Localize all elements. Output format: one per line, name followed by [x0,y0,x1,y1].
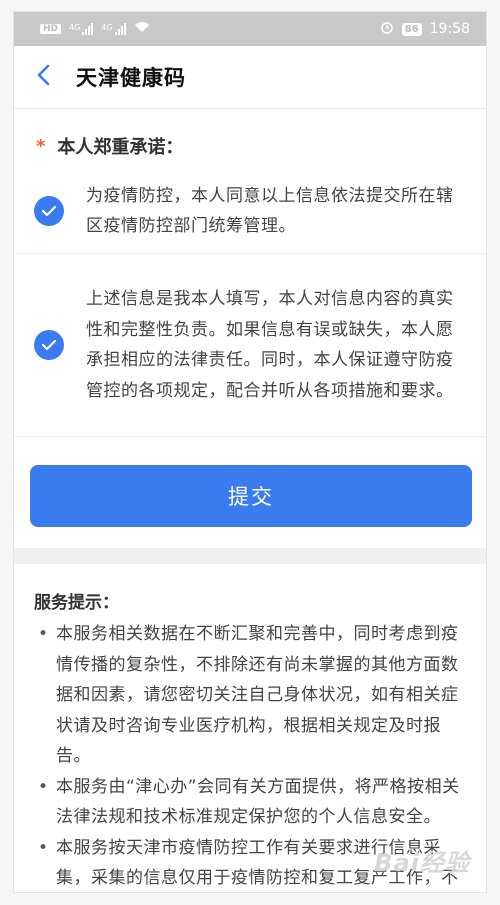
promise-item-1[interactable]: 为疫情防控，本人同意以上信息依法提交所在辖区疫情防控部门统筹管理。 [14,169,486,253]
alarm-icon [380,20,394,38]
commitment-heading-text: 本人郑重承诺： [57,137,184,158]
battery-icon: 86 [401,22,422,36]
signal-2-tag: 4G [101,23,113,32]
checkbox-checked-icon[interactable] [34,196,64,226]
phone-screen: HD 4G 4G 86 19:58 天津健康码 * 本人郑重承诺： 为疫情防控，… [14,12,486,892]
submit-button[interactable]: 提交 [30,465,472,527]
clock: 19:58 [429,21,470,37]
required-mark: * [36,135,46,157]
watermark-logo: Bai经验 [374,849,470,877]
hd-badge: HD [40,24,62,34]
promise-item-2[interactable]: 上述信息是我本人填写，本人对信息内容的真实性和完整性负责。如果信息有误或缺失，本… [14,253,486,436]
status-left: HD 4G 4G [40,21,150,37]
service-tips-title: 服务提示： [34,593,119,613]
list-item: 本服务由“津心办”会同有关方面提供，将严格按相关法律法规和技术标准规定保护您的个… [34,772,466,833]
status-bar: HD 4G 4G 86 19:58 [14,12,486,46]
checkbox-checked-icon[interactable] [34,330,64,360]
promise-text-1: 为疫情防控，本人同意以上信息依法提交所在辖区疫情防控部门统筹管理。 [86,185,454,237]
page-title: 天津健康码 [76,66,186,90]
title-bar: 天津健康码 [14,46,486,109]
back-button[interactable] [36,63,54,91]
section-divider [14,548,486,564]
chevron-left-icon [37,64,50,86]
commitment-heading: * 本人郑重承诺： [36,133,486,159]
list-item: 本服务相关数据在不断汇聚和完善中，同时考虑到疫情传播的复杂性，不排除还有尚未掌握… [34,619,466,772]
signal-1-tag: 4G [69,23,81,32]
signal-2-icon: 4G [101,23,126,35]
signal-icon: 4G [69,23,94,35]
submit-area: 提交 [14,436,486,548]
wifi-icon [134,21,150,37]
status-right: 86 19:58 [380,20,470,38]
promise-text-2: 上述信息是我本人填写，本人对信息内容的真实性和完整性负责。如果信息有误或缺失，本… [86,289,454,401]
